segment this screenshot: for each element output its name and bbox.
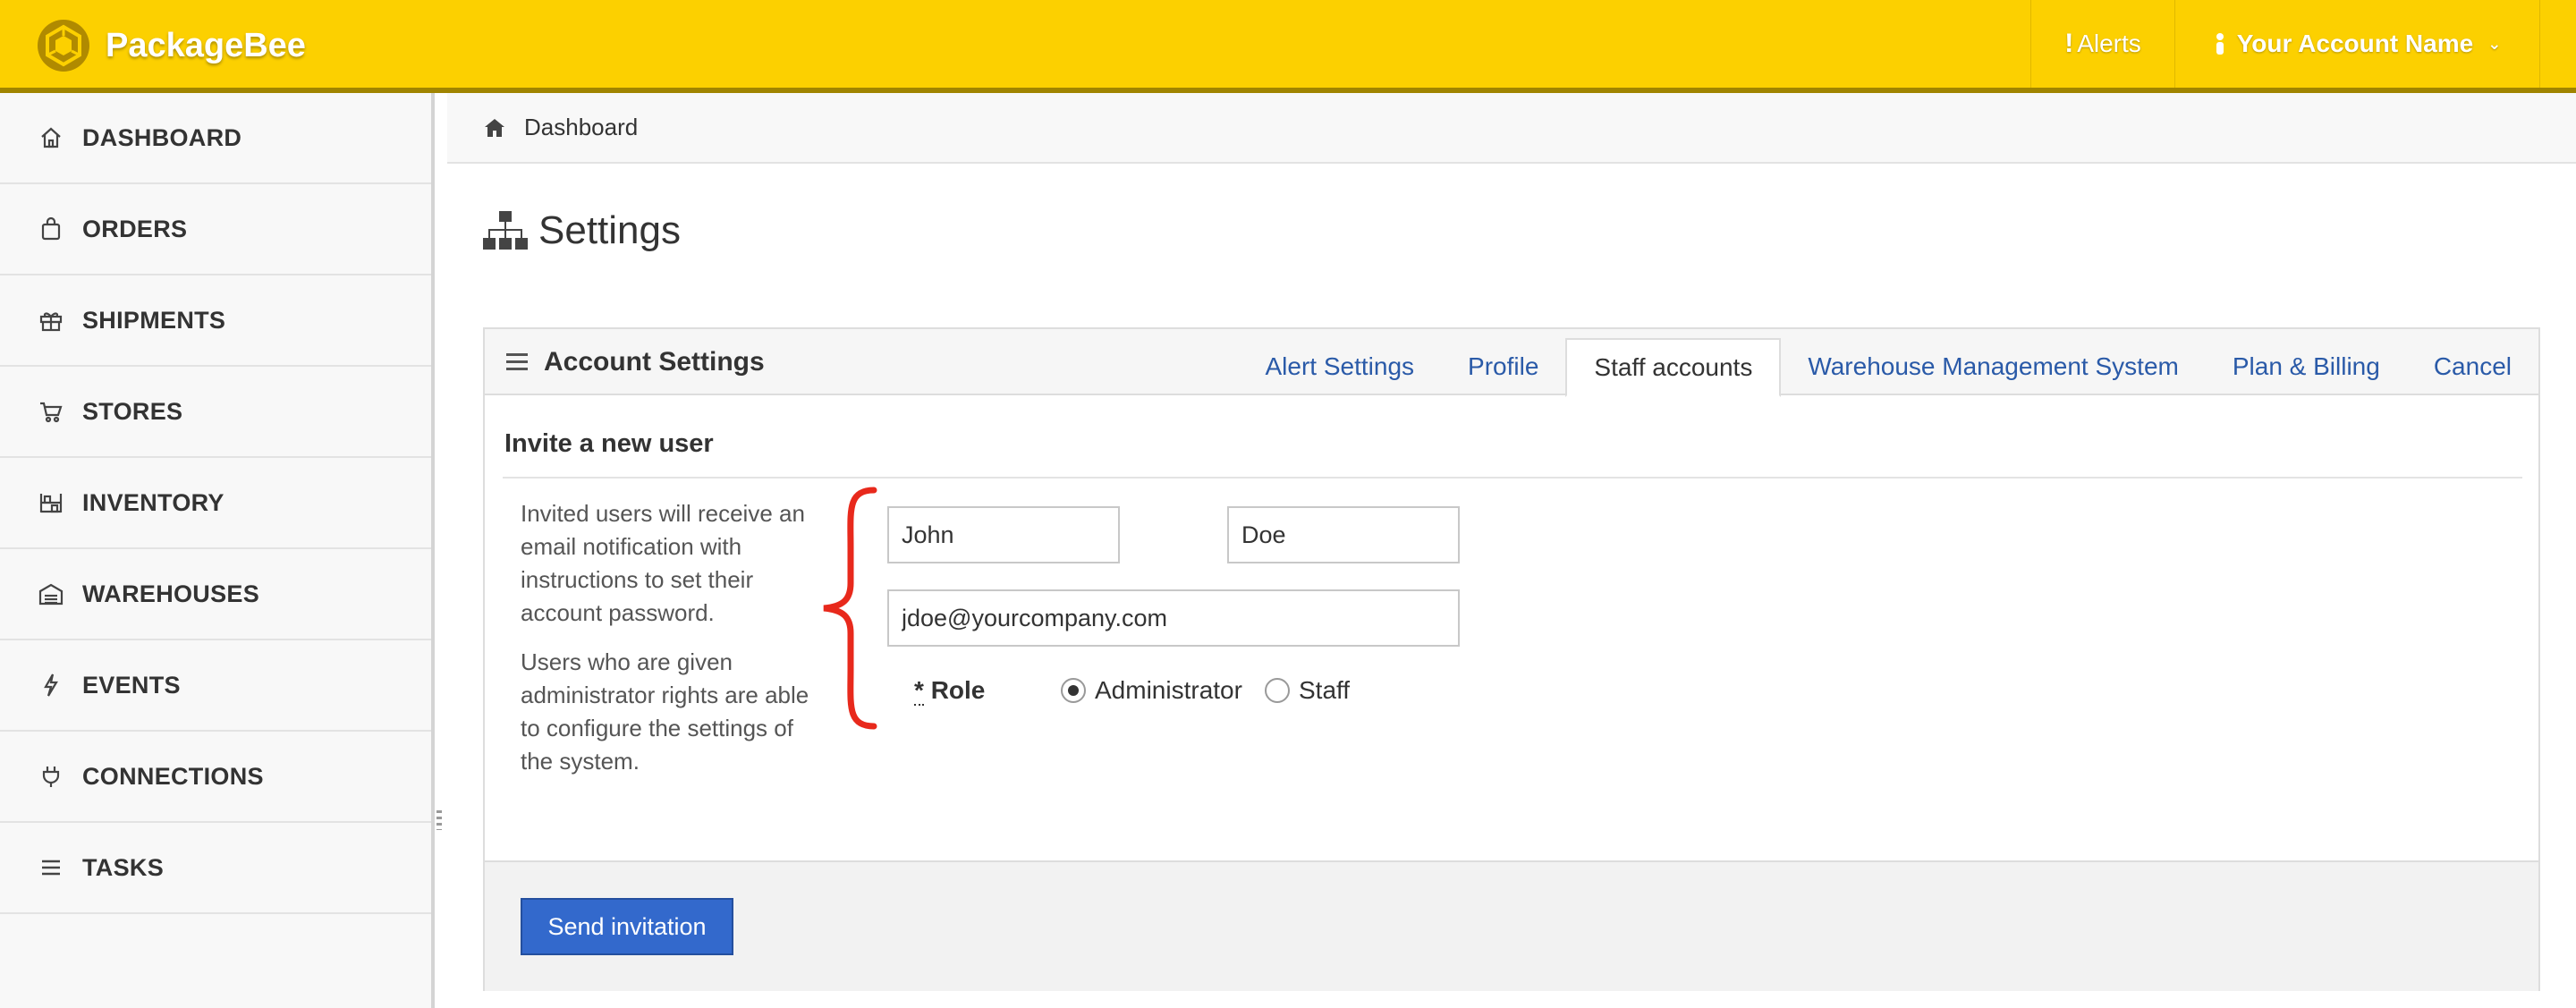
sidebar-item-warehouses[interactable]: WAREHOUSES (0, 549, 431, 640)
sidebar-item-stores[interactable]: STORES (0, 367, 431, 458)
account-menu[interactable]: Your Account Name ⌄ (2175, 0, 2540, 88)
list-icon (36, 852, 66, 883)
sidebar-item-label: EVENTS (82, 671, 181, 699)
staff-radio[interactable] (1265, 678, 1290, 703)
required-marker: * (914, 676, 924, 706)
role-label: * Role (914, 676, 986, 706)
account-name: Your Account Name (2236, 30, 2474, 57)
help-paragraph-email: Invited users will receive an email noti… (521, 500, 805, 626)
tab-profile[interactable]: Profile (1441, 338, 1565, 395)
email-input[interactable] (887, 589, 1460, 647)
settings-tabs: Alert Settings Profile Staff accounts Wa… (1239, 338, 2539, 397)
sidebar-resize-handle[interactable] (436, 810, 442, 830)
packagebee-logo-icon (38, 20, 89, 72)
exclamation-icon: ! (2064, 29, 2074, 58)
sidebar-item-label: TASKS (82, 853, 165, 881)
panel-title: Account Settings (506, 347, 765, 377)
page-title-text: Settings (538, 208, 681, 252)
breadcrumb-dashboard-link[interactable]: Dashboard (524, 114, 638, 141)
alerts-menu[interactable]: ! Alerts (2030, 0, 2175, 88)
home-icon (485, 118, 504, 137)
gift-box-icon (36, 305, 66, 335)
sidebar-item-orders[interactable]: ORDERS (0, 184, 431, 275)
sidebar-item-events[interactable]: EVENTS (0, 640, 431, 732)
invite-section-title: Invite a new user (504, 429, 714, 458)
sitemap-icon (483, 211, 528, 250)
top-navbar: PackageBee ! Alerts Your Account Name ⌄ (0, 0, 2576, 93)
breadcrumb: Dashboard (447, 93, 2576, 164)
help-paragraph-admin: Users who are given administrator rights… (521, 648, 809, 775)
sidebar-item-dashboard[interactable]: DASHBOARD (0, 93, 431, 184)
last-name-input[interactable] (1227, 506, 1460, 563)
sidebar-item-label: CONNECTIONS (82, 762, 264, 790)
warehouse-icon (36, 579, 66, 609)
sidebar-item-inventory[interactable]: INVENTORY (0, 458, 431, 549)
send-invitation-button[interactable]: Send invitation (521, 898, 733, 955)
plug-icon (36, 761, 66, 792)
page-title: Settings (483, 204, 681, 258)
home-icon (36, 123, 66, 153)
role-label-text: Role (930, 676, 986, 704)
administrator-radio[interactable] (1061, 678, 1086, 703)
sidebar-item-shipments[interactable]: SHIPMENTS (0, 275, 431, 367)
sidebar: DASHBOARD ORDERS SHIPMENTS STORES INVENT… (0, 93, 435, 1008)
cart-icon (36, 396, 66, 427)
sidebar-item-label: ORDERS (82, 215, 188, 242)
chevron-down-icon: ⌄ (2487, 34, 2502, 53)
panel-footer: Send invitation (485, 860, 2538, 991)
staff-radio-label: Staff (1299, 676, 1351, 704)
tab-cancel[interactable]: Cancel (2407, 338, 2538, 395)
sidebar-item-label: STORES (82, 397, 183, 425)
first-name-input[interactable] (887, 506, 1120, 563)
invite-help-text: Invited users will receive an email noti… (521, 497, 825, 794)
sidebar-item-tasks[interactable]: TASKS (0, 823, 431, 914)
role-administrator-option[interactable]: Administrator (1061, 676, 1242, 705)
sidebar-item-label: INVENTORY (82, 488, 225, 516)
tab-staff-accounts[interactable]: Staff accounts (1565, 338, 1782, 397)
brand[interactable]: PackageBee (36, 18, 306, 73)
tab-alert-settings[interactable]: Alert Settings (1239, 338, 1442, 395)
curly-brace-annotation (823, 487, 877, 730)
user-icon (2216, 33, 2224, 55)
sidebar-item-label: WAREHOUSES (82, 580, 260, 607)
administrator-radio-label: Administrator (1095, 676, 1242, 704)
sidebar-item-label: DASHBOARD (82, 123, 242, 151)
lightning-icon (36, 670, 66, 700)
menu-icon (506, 353, 528, 370)
panel-title-text: Account Settings (544, 347, 765, 377)
sidebar-item-connections[interactable]: CONNECTIONS (0, 732, 431, 823)
role-staff-option[interactable]: Staff (1265, 676, 1350, 705)
panel-header: Account Settings Alert Settings Profile … (485, 329, 2539, 397)
bag-icon (36, 214, 66, 244)
alerts-label: Alerts (2077, 30, 2141, 57)
shelves-icon (36, 487, 66, 518)
tab-warehouse-management-system[interactable]: Warehouse Management System (1781, 338, 2206, 395)
divider (503, 477, 2522, 479)
account-settings-panel: Account Settings Alert Settings Profile … (483, 327, 2540, 991)
brand-name: PackageBee (106, 26, 306, 64)
tab-plan-billing[interactable]: Plan & Billing (2206, 338, 2407, 395)
sidebar-item-label: SHIPMENTS (82, 306, 226, 334)
